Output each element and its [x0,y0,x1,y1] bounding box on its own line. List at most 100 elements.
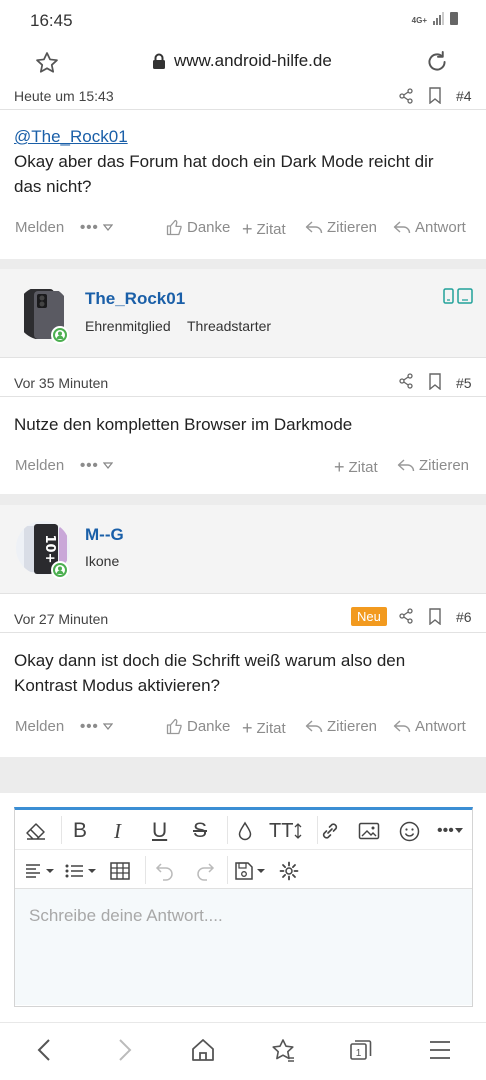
more-menu-button[interactable]: ••• [80,457,113,474]
emoji-icon[interactable] [399,820,420,842]
tabs-icon[interactable]: 1 [348,1037,374,1068]
post-actions: Melden ••• Danke + Zitat Zitieren Antwort [0,715,486,739]
more-menu-button[interactable]: ••• [80,718,113,735]
reply-quote-label: Zitieren [327,219,378,236]
font-size-icon[interactable]: TT [269,820,303,842]
username-link[interactable]: The_Rock01 [85,289,185,309]
more-menu-button[interactable]: ••• [80,219,113,236]
reply-icon [305,719,323,732]
quote-label: Zitat [256,221,286,238]
more-dots-icon: ••• [80,718,99,735]
network-type: 4G+ [411,16,427,25]
table-icon[interactable] [110,860,130,882]
quote-button[interactable]: + Zitat [242,219,286,240]
reply-quote-button[interactable]: Zitieren [305,718,377,735]
quote-button[interactable]: + Zitat [242,718,286,739]
user-mention-link[interactable]: @The_Rock01 [14,127,128,147]
like-button[interactable]: Danke [166,718,230,735]
reload-icon[interactable] [424,49,450,80]
reply-button[interactable]: Antwort [393,718,466,735]
lock-icon [153,53,165,69]
reply-quote-button[interactable]: Zitieren [397,457,469,474]
editor-toolbar-row-2 [15,849,472,889]
report-label: Melden [15,457,65,474]
post-time[interactable]: Vor 27 Minuten [14,611,108,627]
eraser-icon[interactable] [25,820,47,842]
reply-quote-button[interactable]: Zitieren [305,219,377,236]
address-field[interactable]: www.android-hilfe.de [152,51,332,71]
share-icon[interactable] [398,88,414,109]
image-icon[interactable] [358,820,380,842]
user-info: 10+ M--G Ikone [0,505,486,593]
report-button[interactable]: Melden [15,718,64,735]
reply-quote-label: Zitieren [327,718,378,735]
plus-icon: + [242,718,253,738]
share-icon[interactable] [398,608,414,629]
url-text: www.android-hilfe.de [174,51,332,70]
bookmarks-icon[interactable] [270,1037,296,1068]
share-icon[interactable] [398,373,414,394]
strikethrough-icon[interactable]: S [193,819,207,842]
thumbs-up-icon [166,718,182,735]
bookmark-star-icon[interactable] [34,50,60,81]
save-draft-icon[interactable] [235,860,267,882]
quote-button[interactable]: + Zitat [334,457,378,478]
username-link[interactable]: M--G [85,525,124,545]
chevron-down-icon [102,461,113,469]
online-status-icon [51,326,69,344]
reply-label: Antwort [415,219,466,236]
like-button[interactable]: Danke [166,219,230,236]
bookmark-icon[interactable] [428,87,442,109]
like-label: Danke [187,219,231,236]
like-label: Danke [187,718,231,735]
post-number[interactable]: #4 [456,88,472,104]
device-icon[interactable] [443,288,475,309]
thumbs-up-icon [166,219,182,236]
bookmark-icon[interactable] [428,373,442,395]
more-dots-icon: ••• [80,457,99,474]
thread-content: Heute um 15:43 #4 @The_Rock01 Okay aber … [0,86,486,1022]
forward-icon[interactable] [113,1037,135,1068]
post-time[interactable]: Heute um 15:43 [14,88,114,104]
reply-button[interactable]: Antwort [393,219,466,236]
undo-icon[interactable] [155,860,175,882]
settings-gear-icon[interactable] [279,860,299,882]
quote-label: Zitat [256,720,286,737]
user-rank: Ikone [85,553,120,569]
svg-text:10+: 10+ [42,535,57,564]
list-icon[interactable] [65,860,97,882]
signal-icon [433,12,444,25]
post-time[interactable]: Vor 35 Minuten [14,375,108,391]
report-button[interactable]: Melden [15,457,64,474]
plus-icon: + [334,457,345,477]
battery-icon [450,12,458,25]
chevron-down-icon [102,223,113,231]
clock: 16:45 [30,11,73,30]
link-icon[interactable] [319,820,341,842]
text-color-icon[interactable] [237,820,253,842]
post-number[interactable]: #6 [456,609,472,625]
reply-editor: B I U S TT ••• Schreibe deine Antwort...… [14,807,473,1007]
plus-icon: + [242,219,253,239]
italic-icon[interactable]: I [114,819,121,843]
status-icons: 4G+ [412,12,458,25]
new-badge: Neu [351,607,387,626]
more-options-icon[interactable]: ••• [437,820,464,842]
menu-icon[interactable] [427,1037,453,1068]
redo-icon[interactable] [195,860,215,882]
threadstarter-badge: Threadstarter [187,318,272,334]
align-left-icon[interactable] [25,860,55,882]
reply-arrow-icon [393,220,411,233]
bookmark-icon[interactable] [428,608,442,630]
back-icon[interactable] [34,1037,56,1068]
home-icon[interactable] [190,1037,216,1068]
underline-icon[interactable]: U [152,819,167,842]
post-card: 10+ M--G Ikone Vor 27 Minuten Neu #6 Oka… [0,505,486,757]
post-number[interactable]: #5 [456,375,472,391]
reply-textarea[interactable]: Schreibe deine Antwort.... [15,888,472,1005]
post-text: Okay aber das Forum hat doch ein Dark Mo… [14,152,434,196]
post-text: Okay dann ist doch die Schrift weiß waru… [14,651,406,695]
report-button[interactable]: Melden [15,219,64,236]
user-rank: Ehrenmitglied [85,318,171,334]
bold-icon[interactable]: B [73,819,87,842]
